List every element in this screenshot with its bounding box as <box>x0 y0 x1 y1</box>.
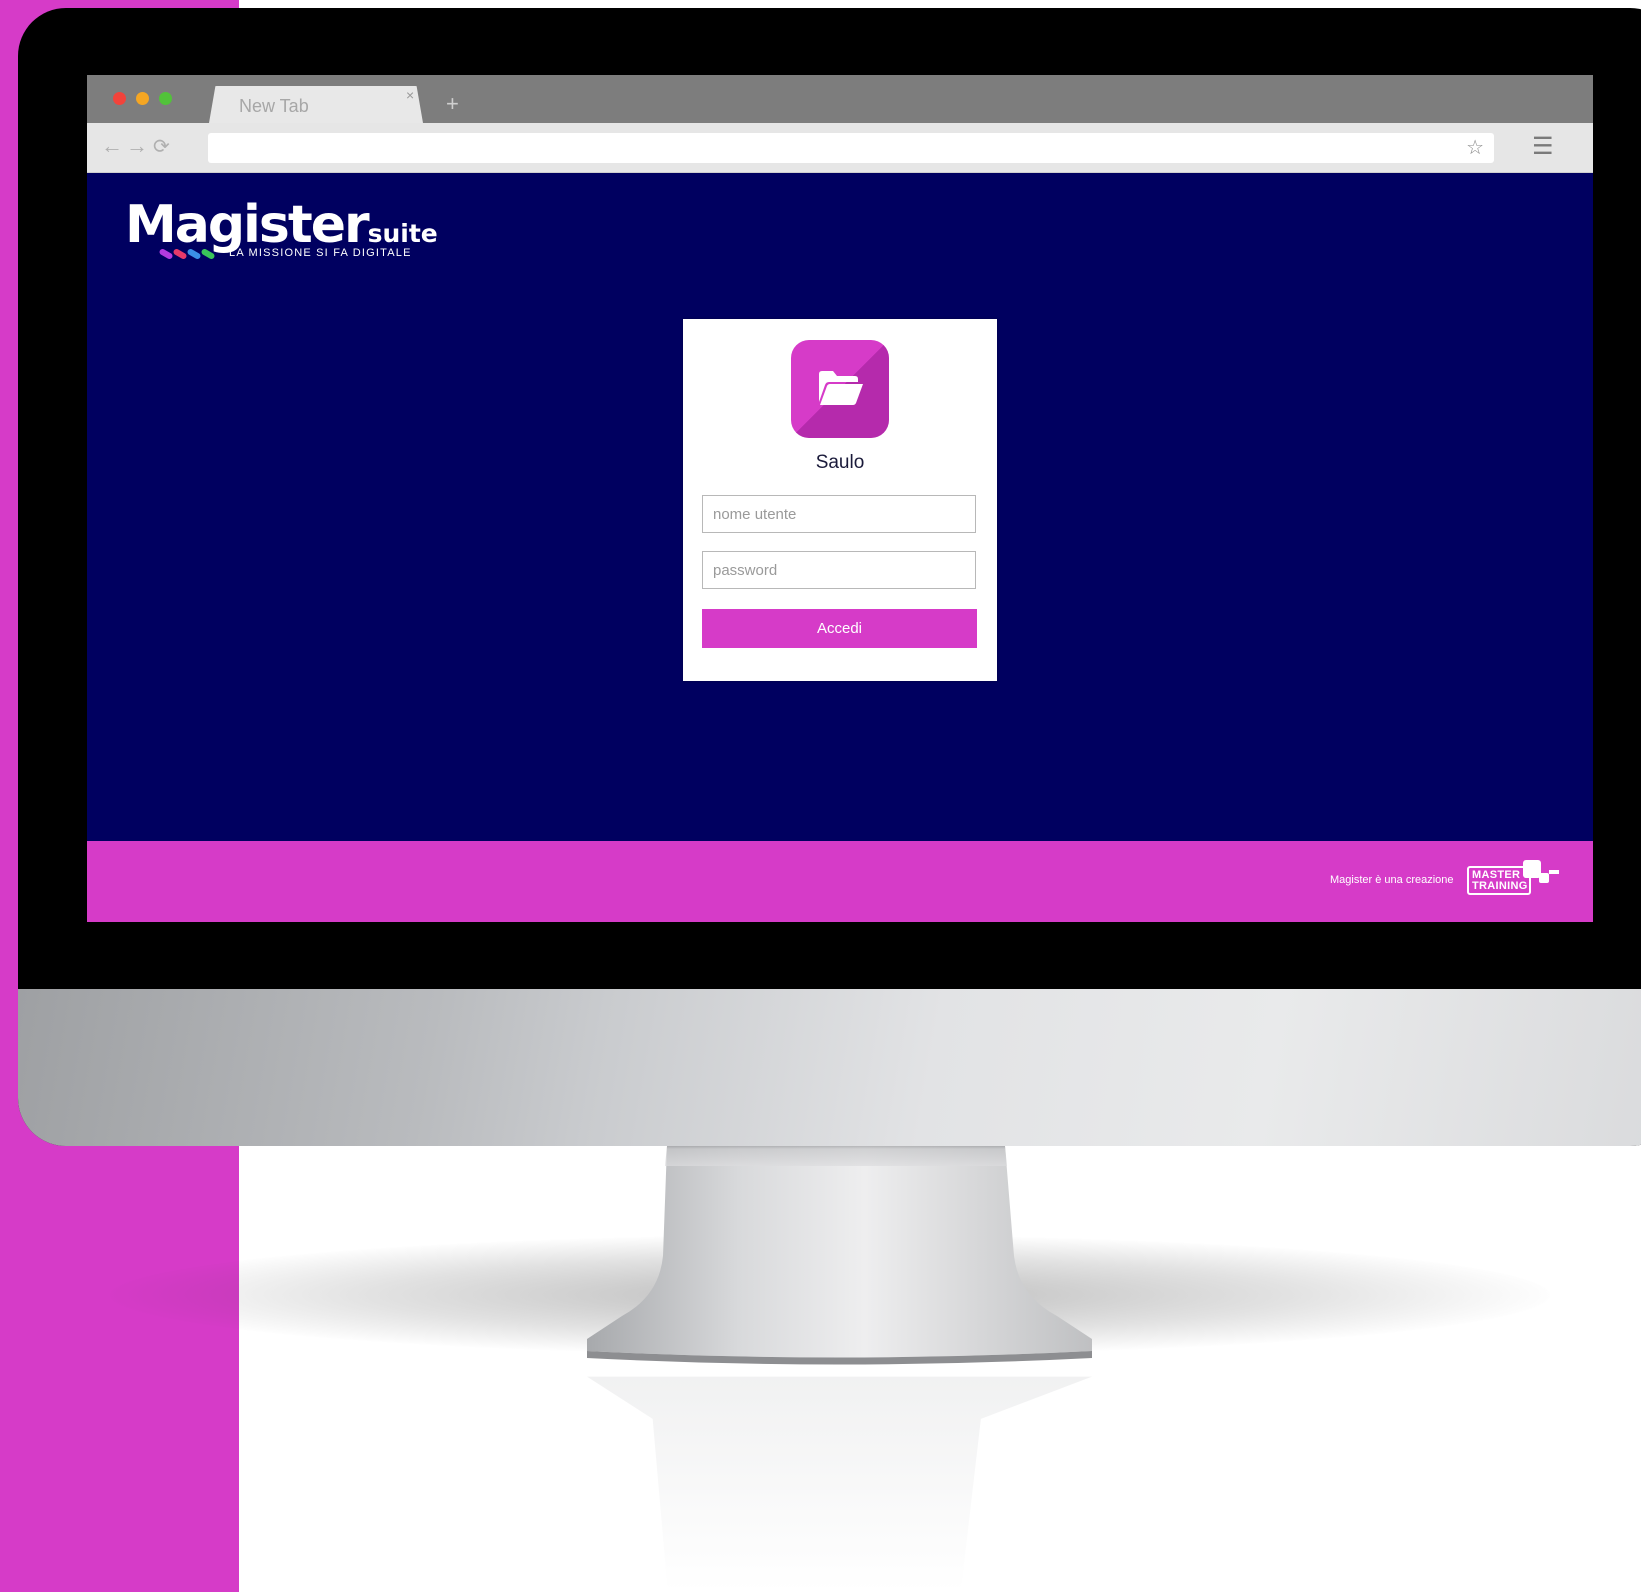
monitor-stand <box>587 1146 1092 1368</box>
login-page: Magistersuite LA MISSIONE SI FA DIGITALE… <box>87 173 1593 841</box>
username-input[interactable] <box>702 495 976 533</box>
logo-main-text: Magister <box>125 195 370 255</box>
app-name: Saulo <box>815 452 865 473</box>
app-icon <box>791 340 889 438</box>
browser-window: New Tab × + ← → ⟳ ☆ ☰ Magistersuite LA M… <box>87 75 1593 922</box>
browser-menu-icon[interactable]: ☰ <box>1532 132 1554 161</box>
new-tab-button[interactable]: + <box>446 91 459 117</box>
minimize-window-button[interactable] <box>136 92 149 105</box>
stand-reflection <box>587 1376 1092 1592</box>
forward-arrow-icon[interactable]: → <box>126 133 148 159</box>
maximize-window-button[interactable] <box>159 92 172 105</box>
logo-tagline: LA MISSIONE SI FA DIGITALE <box>229 247 412 259</box>
login-card: Saulo Accedi <box>683 319 997 681</box>
back-arrow-icon[interactable]: ← <box>101 133 123 159</box>
login-button[interactable]: Accedi <box>702 609 977 648</box>
tab-close-icon[interactable]: × <box>406 87 414 103</box>
magister-suite-logo: Magistersuite LA MISSIONE SI FA DIGITALE <box>125 195 438 259</box>
footer-credit-text: Magister è una creazione <box>1330 874 1454 886</box>
monitor-chin <box>18 989 1641 1146</box>
browser-titlebar: New Tab × + <box>87 75 1593 123</box>
close-window-button[interactable] <box>113 92 126 105</box>
browser-toolbar: ← → ⟳ ☆ ☰ <box>87 123 1593 173</box>
logo-stripes-icon <box>159 249 215 259</box>
master-training-logo[interactable]: MASTER TRAINING <box>1467 860 1565 900</box>
tab-title: New Tab <box>239 96 309 116</box>
reload-icon[interactable]: ⟳ <box>153 134 170 159</box>
open-folder-icon <box>819 371 863 405</box>
logo-suite-text: suite <box>367 219 438 248</box>
partner-line-2: TRAINING <box>1472 880 1528 892</box>
page-footer: Magister è una creazione MASTER TRAINING <box>87 841 1593 922</box>
bookmark-star-icon[interactable]: ☆ <box>1466 135 1484 160</box>
address-bar[interactable]: ☆ <box>208 133 1494 163</box>
password-input[interactable] <box>702 551 976 589</box>
